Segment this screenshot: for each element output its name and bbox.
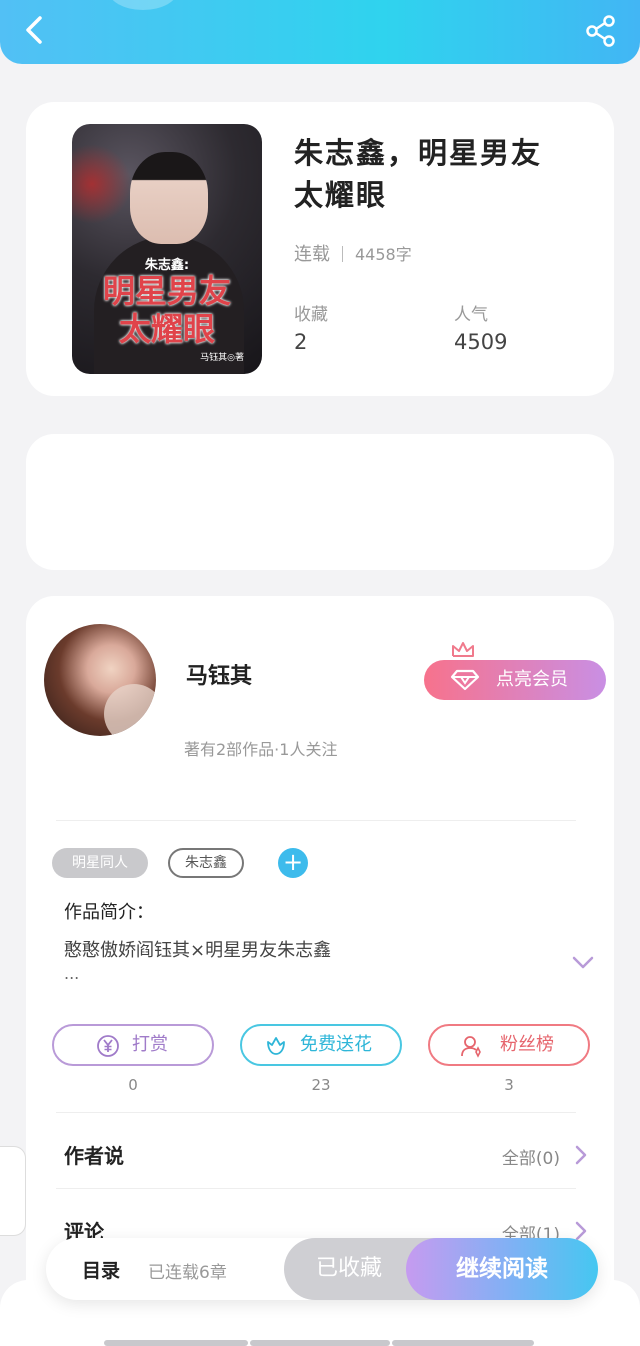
bottom-action-bar: 目录 已连载6章 已收藏 继续阅读	[46, 1238, 598, 1300]
home-indicator-segment	[392, 1340, 534, 1346]
fans-ranking-label: 粉丝榜	[500, 1034, 554, 1055]
tag-character[interactable]: 朱志鑫	[168, 848, 244, 878]
intro-ellipsis: ...	[64, 964, 80, 983]
crown-icon	[452, 642, 474, 657]
author-says-all-link[interactable]: 全部(0)	[502, 1144, 560, 1169]
book-info-card: 朱志鑫: 明星男友 太耀眼 马钰其◎著 朱志鑫，明星男友 太耀眼 连载 4458字…	[26, 102, 614, 396]
author-name[interactable]: 马钰其	[186, 658, 252, 690]
share-icon[interactable]	[584, 14, 618, 48]
favorites-label: 收藏	[294, 305, 328, 325]
send-flower-button[interactable]: 免费送花	[240, 1024, 402, 1066]
author-avatar[interactable]	[44, 624, 156, 736]
reward-button[interactable]: 打赏	[52, 1024, 214, 1066]
author-detail-card: 马钰其 著有2部作品·1人关注 点亮会员 明星同人 朱志鑫 + 作品简介： 憨憨…	[26, 596, 614, 1346]
favorites-value: 2	[294, 330, 308, 354]
chevron-right-icon[interactable]	[574, 1144, 588, 1166]
book-status: 连载	[294, 244, 330, 265]
cover-title: 明星男友 太耀眼	[72, 272, 262, 348]
book-title-line1: 朱志鑫，明星男友	[294, 136, 543, 170]
cover-title-line2: 太耀眼	[118, 310, 215, 348]
vip-button[interactable]: 点亮会员	[424, 660, 606, 700]
cover-author: 马钰其◎著	[200, 353, 244, 363]
diamond-icon	[450, 669, 480, 691]
cover-subtitle: 朱志鑫:	[144, 258, 190, 273]
add-tag-button[interactable]: +	[278, 848, 308, 878]
home-indicator-segment	[104, 1340, 248, 1346]
popularity-value: 4509	[454, 330, 508, 354]
reward-label: 打赏	[132, 1034, 168, 1055]
vip-label: 点亮会员	[496, 669, 568, 690]
author-says-title: 作者说	[64, 1144, 124, 1168]
flower-count: 23	[311, 1076, 331, 1094]
section-divider	[56, 1188, 576, 1189]
cover-figure-face	[130, 152, 208, 244]
chevron-left-icon[interactable]	[18, 12, 54, 48]
chapter-status[interactable]: 已连载6章	[148, 1258, 227, 1283]
intro-text: 憨憨傲娇阎钰其×明星男友朱志鑫	[64, 940, 332, 961]
home-indicator-segment	[250, 1340, 390, 1346]
chevron-down-icon[interactable]	[572, 956, 594, 970]
top-header	[0, 0, 640, 64]
fans-count: 3	[504, 1076, 514, 1094]
fans-ranking-button[interactable]: 粉丝榜	[428, 1024, 590, 1066]
toc-button[interactable]: 目录	[82, 1256, 120, 1283]
side-drawer-handle[interactable]	[0, 1146, 26, 1236]
section-divider	[56, 820, 576, 821]
continue-reading-button[interactable]: 继续阅读	[406, 1238, 598, 1300]
popularity-label: 人气	[454, 305, 488, 325]
book-meta: 连载 4458字	[294, 240, 412, 266]
reward-count: 0	[128, 1076, 138, 1094]
cover-light	[72, 144, 132, 224]
yen-coin-icon	[97, 1035, 119, 1057]
author-stats: 著有2部作品·1人关注	[184, 740, 338, 759]
section-divider	[56, 1112, 576, 1113]
header-decoration	[108, 0, 178, 10]
fans-user-icon	[461, 1036, 481, 1058]
flower-icon	[267, 1037, 285, 1055]
book-title-line2: 太耀眼	[294, 178, 388, 212]
placeholder-card	[26, 434, 614, 570]
meta-divider	[342, 246, 343, 262]
send-flower-label: 免费送花	[300, 1034, 372, 1055]
tag-fandom[interactable]: 明星同人	[52, 848, 148, 878]
book-title: 朱志鑫，明星男友 太耀眼	[294, 132, 594, 216]
book-cover[interactable]: 朱志鑫: 明星男友 太耀眼 马钰其◎著	[72, 124, 262, 374]
word-count: 4458字	[355, 245, 412, 264]
intro-title: 作品简介：	[64, 902, 154, 923]
cover-title-line1: 明星男友	[102, 272, 231, 310]
